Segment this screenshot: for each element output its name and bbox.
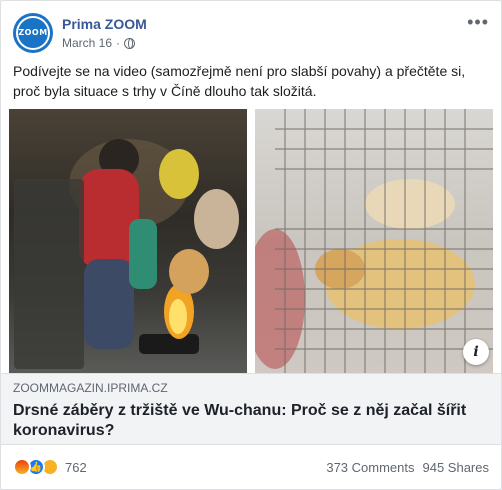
link-domain: ZOOMMAGAZIN.IPRIMA.CZ [13,381,168,395]
post-text: Podívejte se na video (samozřejmě není p… [13,63,466,99]
post-meta: March 16 · [62,35,489,51]
reactions[interactable]: 👍 762 [13,458,87,476]
page-name-link[interactable]: Prima ZOOM [62,15,489,33]
angry-react-icon [13,458,31,476]
post-header: ZOOM Prima ZOOM March 16 · ••• [13,11,489,55]
post-image[interactable]: i [1,109,501,373]
cages-photo-right [255,109,493,373]
separator-dot: · [116,36,121,50]
shares-count[interactable]: 945 Shares [423,460,490,475]
post-date[interactable]: March 16 [62,35,112,51]
post-stats: 373 Comments 945 Shares [326,460,489,475]
comments-count[interactable]: 373 Comments [326,460,414,475]
market-photo-left [9,109,247,373]
avatar[interactable]: ZOOM [13,13,53,53]
avatar-logo: ZOOM [18,28,48,37]
link-title[interactable]: Drsné záběry z tržiště ve Wu-chanu: Proč… [13,401,489,441]
more-options-icon[interactable]: ••• [467,13,489,31]
facebook-post-card: ZOOM Prima ZOOM March 16 · ••• Podívejte… [0,0,502,490]
cage-bars [275,109,493,373]
link-preview[interactable]: ZOOMMAGAZIN.IPRIMA.CZ Drsné záběry z trž… [1,373,501,445]
info-icon[interactable]: i [463,339,489,365]
globe-icon[interactable] [124,37,136,49]
reaction-count[interactable]: 762 [65,460,87,475]
post-footer: 👍 762 373 Comments 945 Shares [13,455,489,479]
